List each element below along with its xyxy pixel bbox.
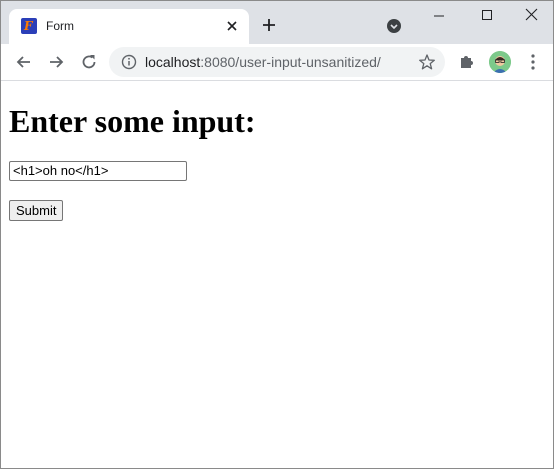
page-title: Enter some input: (9, 103, 256, 139)
minimize-icon[interactable] (426, 5, 452, 27)
kebab-menu-icon[interactable] (524, 52, 542, 72)
page-content: Enter some input: Submit (1, 81, 553, 468)
window-close-icon[interactable] (519, 5, 545, 27)
forward-arrow-icon[interactable] (46, 52, 66, 72)
tab-form[interactable]: F Form (9, 9, 249, 44)
tab-strip: F Form (1, 1, 553, 44)
submit-button[interactable]: Submit (9, 200, 64, 221)
avatar[interactable] (489, 51, 511, 73)
tab-search-icon[interactable] (386, 18, 402, 34)
close-icon[interactable] (223, 17, 241, 35)
maximize-icon[interactable] (474, 5, 500, 27)
favicon-letter: F (24, 19, 33, 33)
url-text: localhost:8080/user-input-unsanitized/ (145, 54, 381, 70)
browser-toolbar: localhost:8080/user-input-unsanitized/ (1, 44, 553, 81)
puzzle-icon[interactable] (458, 52, 476, 70)
address-bar[interactable]: localhost:8080/user-input-unsanitized/ (109, 47, 445, 77)
star-icon[interactable] (418, 53, 436, 71)
back-arrow-icon[interactable] (14, 52, 34, 72)
browser-window: F Form localhost:8080/user-input-unsanit… (0, 0, 554, 469)
favicon-icon: F (21, 18, 37, 34)
reload-icon[interactable] (79, 52, 99, 72)
info-icon[interactable] (121, 54, 137, 70)
text-input[interactable] (9, 161, 187, 181)
plus-icon[interactable] (259, 15, 279, 35)
tab-title: Form (46, 19, 74, 33)
url-host: localhost (145, 54, 201, 70)
url-path: :8080/user-input-unsanitized/ (200, 54, 381, 70)
